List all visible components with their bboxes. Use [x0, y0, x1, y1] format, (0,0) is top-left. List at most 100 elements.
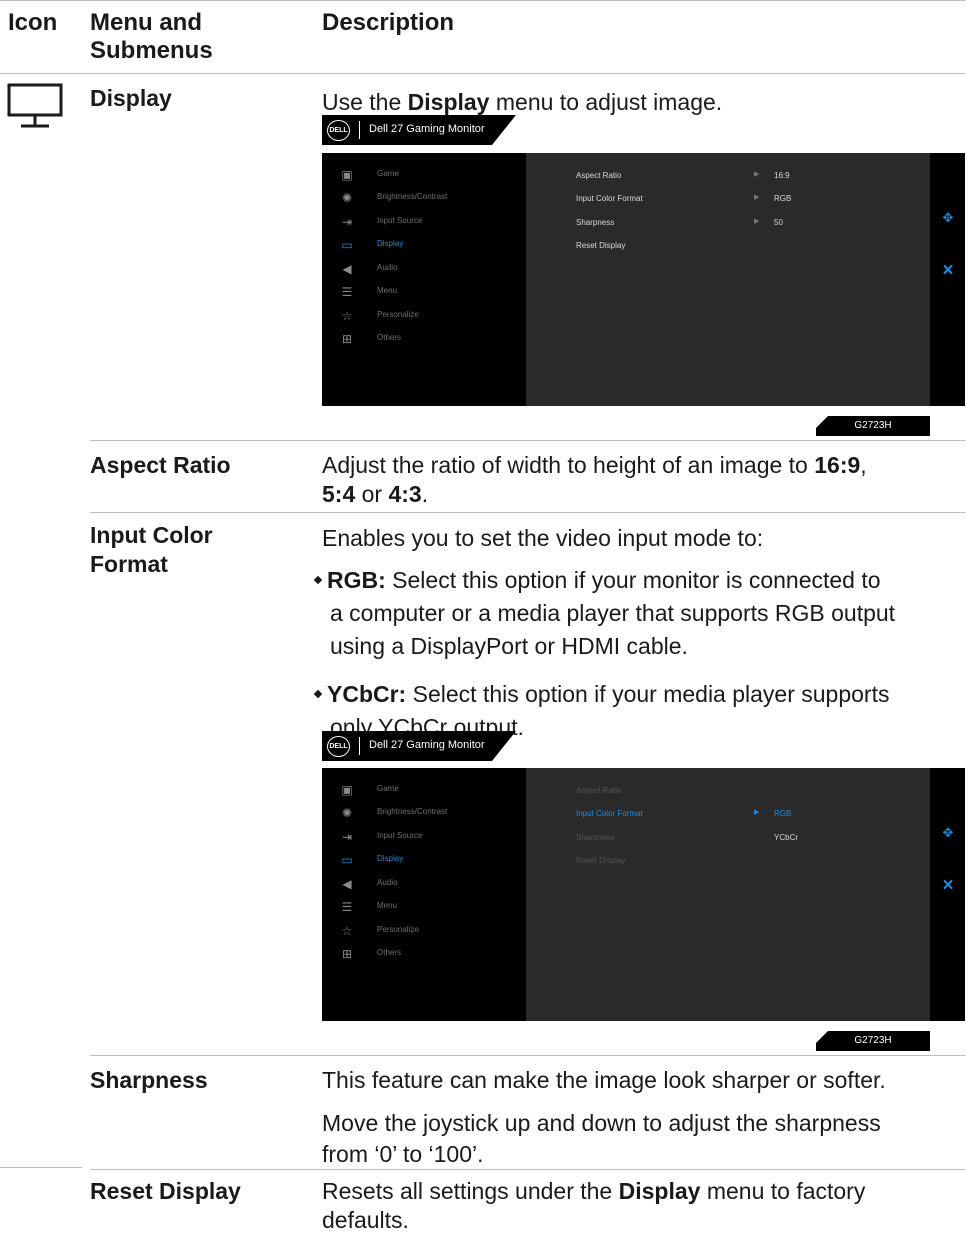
- osd-row-sharpness: Sharpness ▶ 50: [576, 218, 916, 234]
- bullet-ycbcr-bold: YCbCr:: [327, 681, 407, 707]
- monitor-icon: [6, 82, 64, 130]
- reset-desc-text-end: menu to factory: [700, 1178, 866, 1204]
- row-rule: [90, 440, 966, 441]
- reset-desc-text: Resets all settings under the: [322, 1178, 619, 1204]
- brightness-icon: ✺: [341, 191, 353, 205]
- osd-header: DELL Dell 27 Gaming Monitor: [322, 115, 517, 145]
- osd-menu-label: Brightness/Contrast: [377, 192, 448, 201]
- osd-row-label: Sharpness: [576, 218, 615, 227]
- reset-description: Resets all settings under the Display me…: [322, 1177, 962, 1235]
- header-rule: [0, 73, 966, 74]
- menu-icon: ☰: [341, 285, 353, 299]
- sharpness-line1: This feature can make the image look sha…: [322, 1067, 886, 1093]
- osd-menu-label: Input Source: [377, 831, 423, 840]
- menu-input-color-format: Input Color Format: [90, 521, 213, 579]
- bullet-rgb-text: Select this option if your monitor is co…: [385, 567, 881, 593]
- aspect-sep: ,: [860, 452, 867, 478]
- osd-row-label: Aspect Ratio: [576, 171, 622, 180]
- osd-row-input-color: Input Color Format ▶ RGB: [576, 194, 916, 210]
- move-icon: ✥: [942, 825, 954, 840]
- osd-menu-label: Menu: [377, 286, 398, 295]
- bullet-rgb-bold: RGB:: [327, 567, 386, 593]
- row-rule: [90, 1169, 966, 1170]
- osd-menu-label: Display: [377, 239, 404, 248]
- chevron-right-icon: ▶: [754, 809, 760, 816]
- reset-desc-bold: Display: [618, 1178, 701, 1204]
- bullet-rgb-line2: a computer or a media player that suppor…: [330, 600, 896, 626]
- osd-menu-label: Game: [377, 784, 399, 793]
- osd-menu-others: ⊞ Others: [322, 329, 526, 349]
- osd-row-value: RGB: [774, 194, 792, 203]
- menu-sharpness: Sharpness: [90, 1067, 208, 1093]
- aspect-sep-or: or: [355, 481, 389, 507]
- bullet-icon: [313, 576, 323, 585]
- aspect-description: Adjust the ratio of width to height of a…: [322, 451, 962, 509]
- osd-menu-input-source: ⇥ Input Source: [322, 212, 526, 232]
- display-desc-bold: Display: [407, 89, 490, 115]
- game-icon: ▣: [341, 783, 353, 797]
- osd-menu-menu: ☰ Menu: [322, 282, 526, 302]
- model-label: G2723H: [854, 420, 892, 431]
- osd-menu-label: Others: [377, 948, 402, 957]
- menu-input-color-line1: Input Color: [90, 522, 213, 548]
- row-rule: [90, 512, 966, 513]
- osd-row-label: Reset Display: [576, 856, 626, 865]
- star-icon: ☆: [341, 924, 353, 938]
- osd-menu-others: ⊞ Others: [322, 944, 526, 964]
- osd-menu-game: ▣ Game: [322, 780, 526, 800]
- osd-row-value: RGB: [774, 809, 792, 818]
- display-desc-text-end: menu to adjust image.: [489, 89, 723, 115]
- header-description: Description: [322, 9, 455, 36]
- aspect-desc-text: Adjust the ratio of width to height of a…: [322, 452, 815, 478]
- menu-icon: ☰: [341, 900, 353, 914]
- aspect-end: .: [421, 481, 429, 507]
- osd-menu-label: Display: [377, 854, 404, 863]
- star-icon: ☆: [341, 309, 353, 323]
- osd-row-input-color: Input Color Format ▶ RGB: [576, 809, 916, 825]
- osd-menu-menu: ☰ Menu: [322, 897, 526, 917]
- row-rule: [90, 1055, 966, 1056]
- input-color-intro: Enables you to set the video input mode …: [322, 525, 764, 551]
- model-label: G2723H: [854, 1035, 892, 1046]
- osd-row-sharpness: Sharpness YCbCr: [576, 833, 916, 849]
- model-tag-2: G2723H: [816, 1031, 930, 1051]
- menu-reset-display: Reset Display: [90, 1178, 241, 1204]
- osd-row-value-ycbcr: YCbCr: [774, 833, 799, 842]
- audio-icon: ◀: [342, 262, 352, 276]
- header-menu-line2: Submenus: [90, 37, 213, 64]
- osd-menu-label: Input Source: [377, 216, 423, 225]
- chevron-right-icon: ▶: [754, 171, 760, 178]
- chevron-right-icon: ▶: [754, 218, 760, 225]
- osd-row-value: 50: [774, 218, 783, 227]
- dell-logo: DELL: [327, 120, 350, 141]
- osd-menu-game: ▣ Game: [322, 165, 526, 185]
- model-tag-1: G2723H: [816, 416, 930, 436]
- osd-menu-input-source: ⇥ Input Source: [322, 827, 526, 847]
- osd-row-reset-display: Reset Display: [576, 241, 916, 257]
- osd-menu-personalize: ☆ Personalize: [322, 921, 526, 941]
- menu-aspect-ratio: Aspect Ratio: [90, 452, 231, 478]
- others-icon: ⊞: [341, 332, 353, 346]
- reset-desc-line2: defaults.: [322, 1207, 409, 1233]
- osd-header: DELL Dell 27 Gaming Monitor: [322, 731, 517, 761]
- others-icon: ⊞: [341, 947, 353, 961]
- osd-screen-2: ▣ Game ✺ Brightness/Contrast ⇥ Input Source…: [322, 768, 965, 1021]
- osd-row-value: 16:9: [774, 171, 790, 180]
- osd-menu-display: ▭ Display: [322, 850, 526, 870]
- header-icon: Icon: [8, 9, 58, 36]
- input-source-icon: ⇥: [341, 830, 353, 844]
- osd-row-label: Sharpness: [576, 833, 615, 842]
- input-source-icon: ⇥: [341, 215, 353, 229]
- osd-menu-personalize: ☆ Personalize: [322, 306, 526, 326]
- aspect-option-4-3: 4:3: [388, 481, 422, 507]
- sharpness-line2: Move the joystick up and down to adjust …: [322, 1110, 881, 1136]
- osd-menu-label: Menu: [377, 901, 398, 910]
- osd-menu-audio: ◀ Audio: [322, 259, 526, 279]
- osd-title: Dell 27 Gaming Monitor: [369, 123, 485, 135]
- osd-menu-display: ▭ Display: [322, 235, 526, 255]
- row-rule: [0, 1167, 82, 1168]
- close-icon: ×: [942, 260, 954, 281]
- osd-menu-label: Brightness/Contrast: [377, 807, 448, 816]
- chevron-right-icon: ▶: [754, 194, 760, 201]
- sharpness-line3: from ‘0’ to ‘100’.: [322, 1141, 484, 1167]
